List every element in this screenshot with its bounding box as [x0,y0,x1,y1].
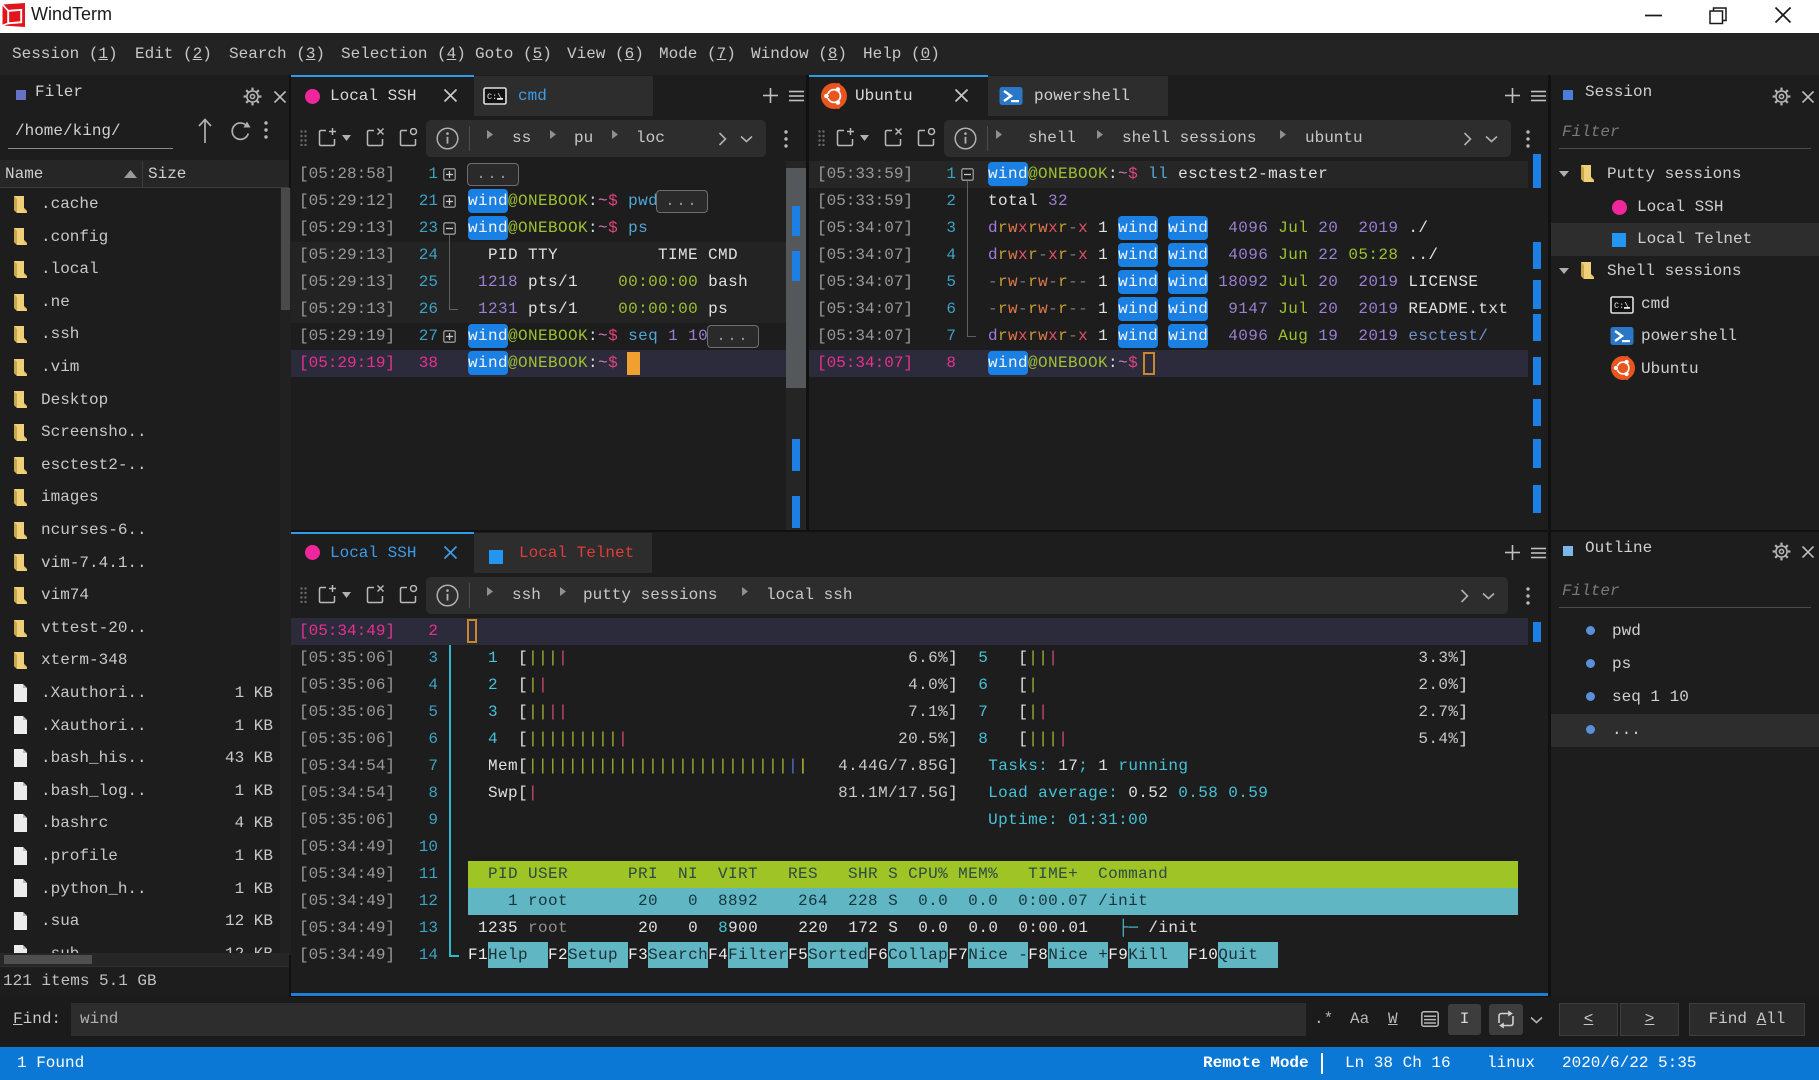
svg-text:C:\: C:\ [1614,301,1629,311]
svg-text:C:\: C:\ [487,92,502,102]
